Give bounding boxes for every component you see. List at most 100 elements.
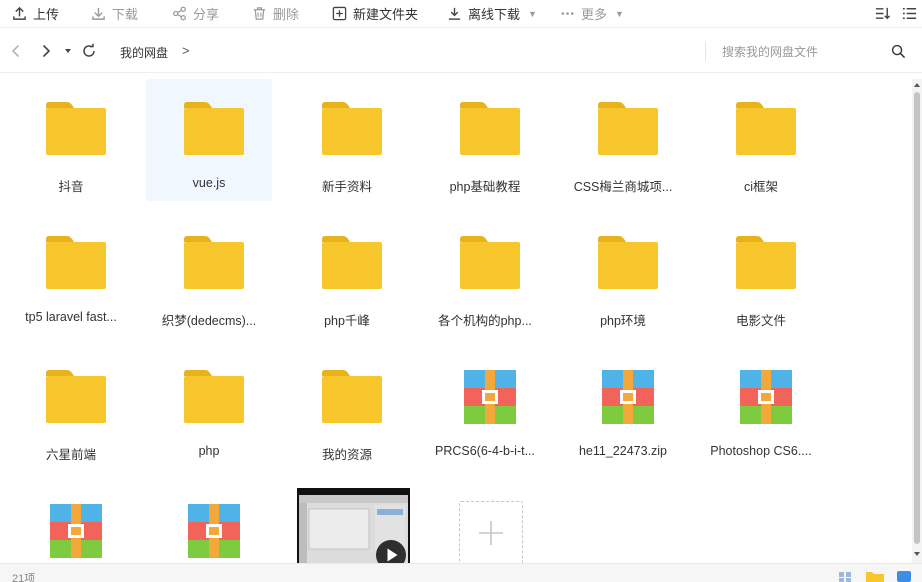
folder-item[interactable]: 六星前端	[8, 347, 134, 469]
new-folder-button[interactable]: 新建文件夹	[332, 0, 418, 28]
status-bar: 21项	[0, 563, 922, 582]
file-name: php千峰	[324, 314, 370, 328]
more-label: 更多	[581, 7, 608, 22]
play-icon[interactable]	[375, 539, 407, 563]
video-thumbnail[interactable]	[297, 488, 410, 563]
folder-icon	[45, 101, 107, 157]
upload-label: 上传	[33, 7, 60, 22]
search-icon[interactable]	[891, 44, 906, 59]
history-dropdown-icon[interactable]	[63, 43, 73, 59]
folder-icon	[321, 369, 383, 425]
chevron-down-icon[interactable]: ▼	[615, 9, 624, 19]
more-dots-icon	[561, 12, 574, 15]
folder-item[interactable]: 织梦(dedecms)...	[146, 213, 272, 335]
folder-item[interactable]: vue.js	[146, 79, 272, 201]
folder-item[interactable]: php基础教程	[422, 79, 548, 201]
file-name: 织梦(dedecms)...	[161, 314, 257, 328]
archive-file-item[interactable]	[8, 481, 134, 563]
offline-download-label: 离线下载	[468, 7, 521, 22]
chevron-down-icon[interactable]: ▼	[528, 9, 537, 19]
divider	[705, 41, 706, 61]
offline-download-button[interactable]: 离线下载 ▼	[447, 0, 537, 28]
add-file-tile[interactable]	[459, 501, 523, 563]
folder-item[interactable]: 各个机构的php...	[422, 213, 548, 335]
archive-icon	[45, 503, 107, 559]
archive-icon	[183, 503, 245, 559]
toolbar-right	[864, 5, 918, 22]
archive-file-item[interactable]: PRCS6(6-4-b-i-t...	[422, 347, 548, 469]
forward-arrow-icon[interactable]	[38, 43, 54, 59]
file-grid: 抖音 vue.js 新手资料 php基础教程 CSS梅兰商城项... ci框架 …	[8, 79, 908, 563]
folder-item[interactable]: 新手资料	[284, 79, 410, 201]
new-folder-label: 新建文件夹	[353, 7, 419, 22]
file-name: 六星前端	[45, 448, 96, 462]
refresh-icon[interactable]	[81, 43, 97, 59]
view-switcher	[827, 570, 912, 582]
archive-icon	[597, 369, 659, 425]
scroll-up-arrow-icon[interactable]	[912, 79, 922, 91]
archive-file-item[interactable]	[146, 481, 272, 563]
more-button[interactable]: 更多 ▼	[560, 0, 624, 28]
file-name: 各个机构的php...	[438, 314, 532, 328]
file-name: php	[198, 444, 220, 458]
download-button[interactable]: 下载	[91, 0, 138, 28]
folder-icon	[321, 235, 383, 291]
back-arrow-icon[interactable]	[8, 43, 24, 59]
file-name: 电影文件	[735, 314, 786, 328]
file-name: CSS梅兰商城项...	[573, 180, 673, 194]
share-button[interactable]: 分享	[172, 0, 219, 28]
address-bar: 我的网盘 >	[0, 29, 922, 73]
video-frame	[299, 495, 408, 563]
folder-item[interactable]: tp5 laravel fast...	[8, 213, 134, 335]
list-view-icon[interactable]	[901, 5, 918, 22]
file-name: php环境	[600, 314, 646, 328]
breadcrumb[interactable]: 我的网盘	[120, 44, 168, 61]
offline-download-icon	[448, 7, 461, 20]
scrollbar-thumb[interactable]	[914, 92, 920, 544]
download-icon	[92, 7, 105, 20]
file-name: vue.js	[192, 176, 226, 190]
folder-icon	[183, 235, 245, 291]
file-name: 新手资料	[321, 180, 372, 194]
folder-icon	[183, 369, 245, 425]
folder-icon	[459, 101, 521, 157]
share-icon	[173, 6, 186, 21]
folder-item[interactable]: 我的资源	[284, 347, 410, 469]
archive-file-item[interactable]: he11_22473.zip	[560, 347, 686, 469]
folder-icon	[183, 101, 245, 157]
delete-button[interactable]: 删除	[252, 0, 299, 28]
archive-file-item[interactable]: Photoshop CS6....	[698, 347, 824, 469]
file-name: Photoshop CS6....	[710, 444, 812, 458]
sort-icon[interactable]	[874, 5, 891, 22]
folder-item[interactable]: CSS梅兰商城项...	[560, 79, 686, 201]
folder-item[interactable]: ci框架	[698, 79, 824, 201]
folder-item[interactable]: 抖音	[8, 79, 134, 201]
scroll-down-arrow-icon[interactable]	[912, 548, 922, 560]
transfer-icon[interactable]	[896, 570, 912, 582]
folder-item[interactable]: php环境	[560, 213, 686, 335]
grid-view-icon[interactable]	[838, 570, 854, 582]
folder-icon	[597, 235, 659, 291]
delete-label: 删除	[273, 7, 300, 22]
trash-icon	[253, 7, 266, 20]
archive-icon	[735, 369, 797, 425]
folder-item[interactable]: php千峰	[284, 213, 410, 335]
file-name: he11_22473.zip	[578, 444, 668, 458]
folder-view-icon[interactable]	[865, 570, 885, 582]
file-name: php基础教程	[449, 180, 521, 194]
file-name: 抖音	[58, 180, 84, 194]
folder-item[interactable]: php	[146, 347, 272, 469]
folder-item[interactable]: 电影文件	[698, 213, 824, 335]
search-input[interactable]	[722, 42, 882, 62]
upload-icon	[13, 6, 26, 20]
share-label: 分享	[193, 7, 220, 22]
plus-icon	[479, 521, 503, 545]
plus-square-icon	[332, 6, 347, 21]
file-name: ci框架	[743, 180, 779, 194]
folder-icon	[45, 369, 107, 425]
folder-icon	[45, 235, 107, 291]
folder-icon	[597, 101, 659, 157]
upload-button[interactable]: 上传	[12, 0, 59, 28]
toolbar: 上传 下载 分享 删除 新建文件夹 离线下载 ▼ 更多 ▼	[0, 0, 922, 28]
file-name: PRCS6(6-4-b-i-t...	[434, 444, 536, 458]
